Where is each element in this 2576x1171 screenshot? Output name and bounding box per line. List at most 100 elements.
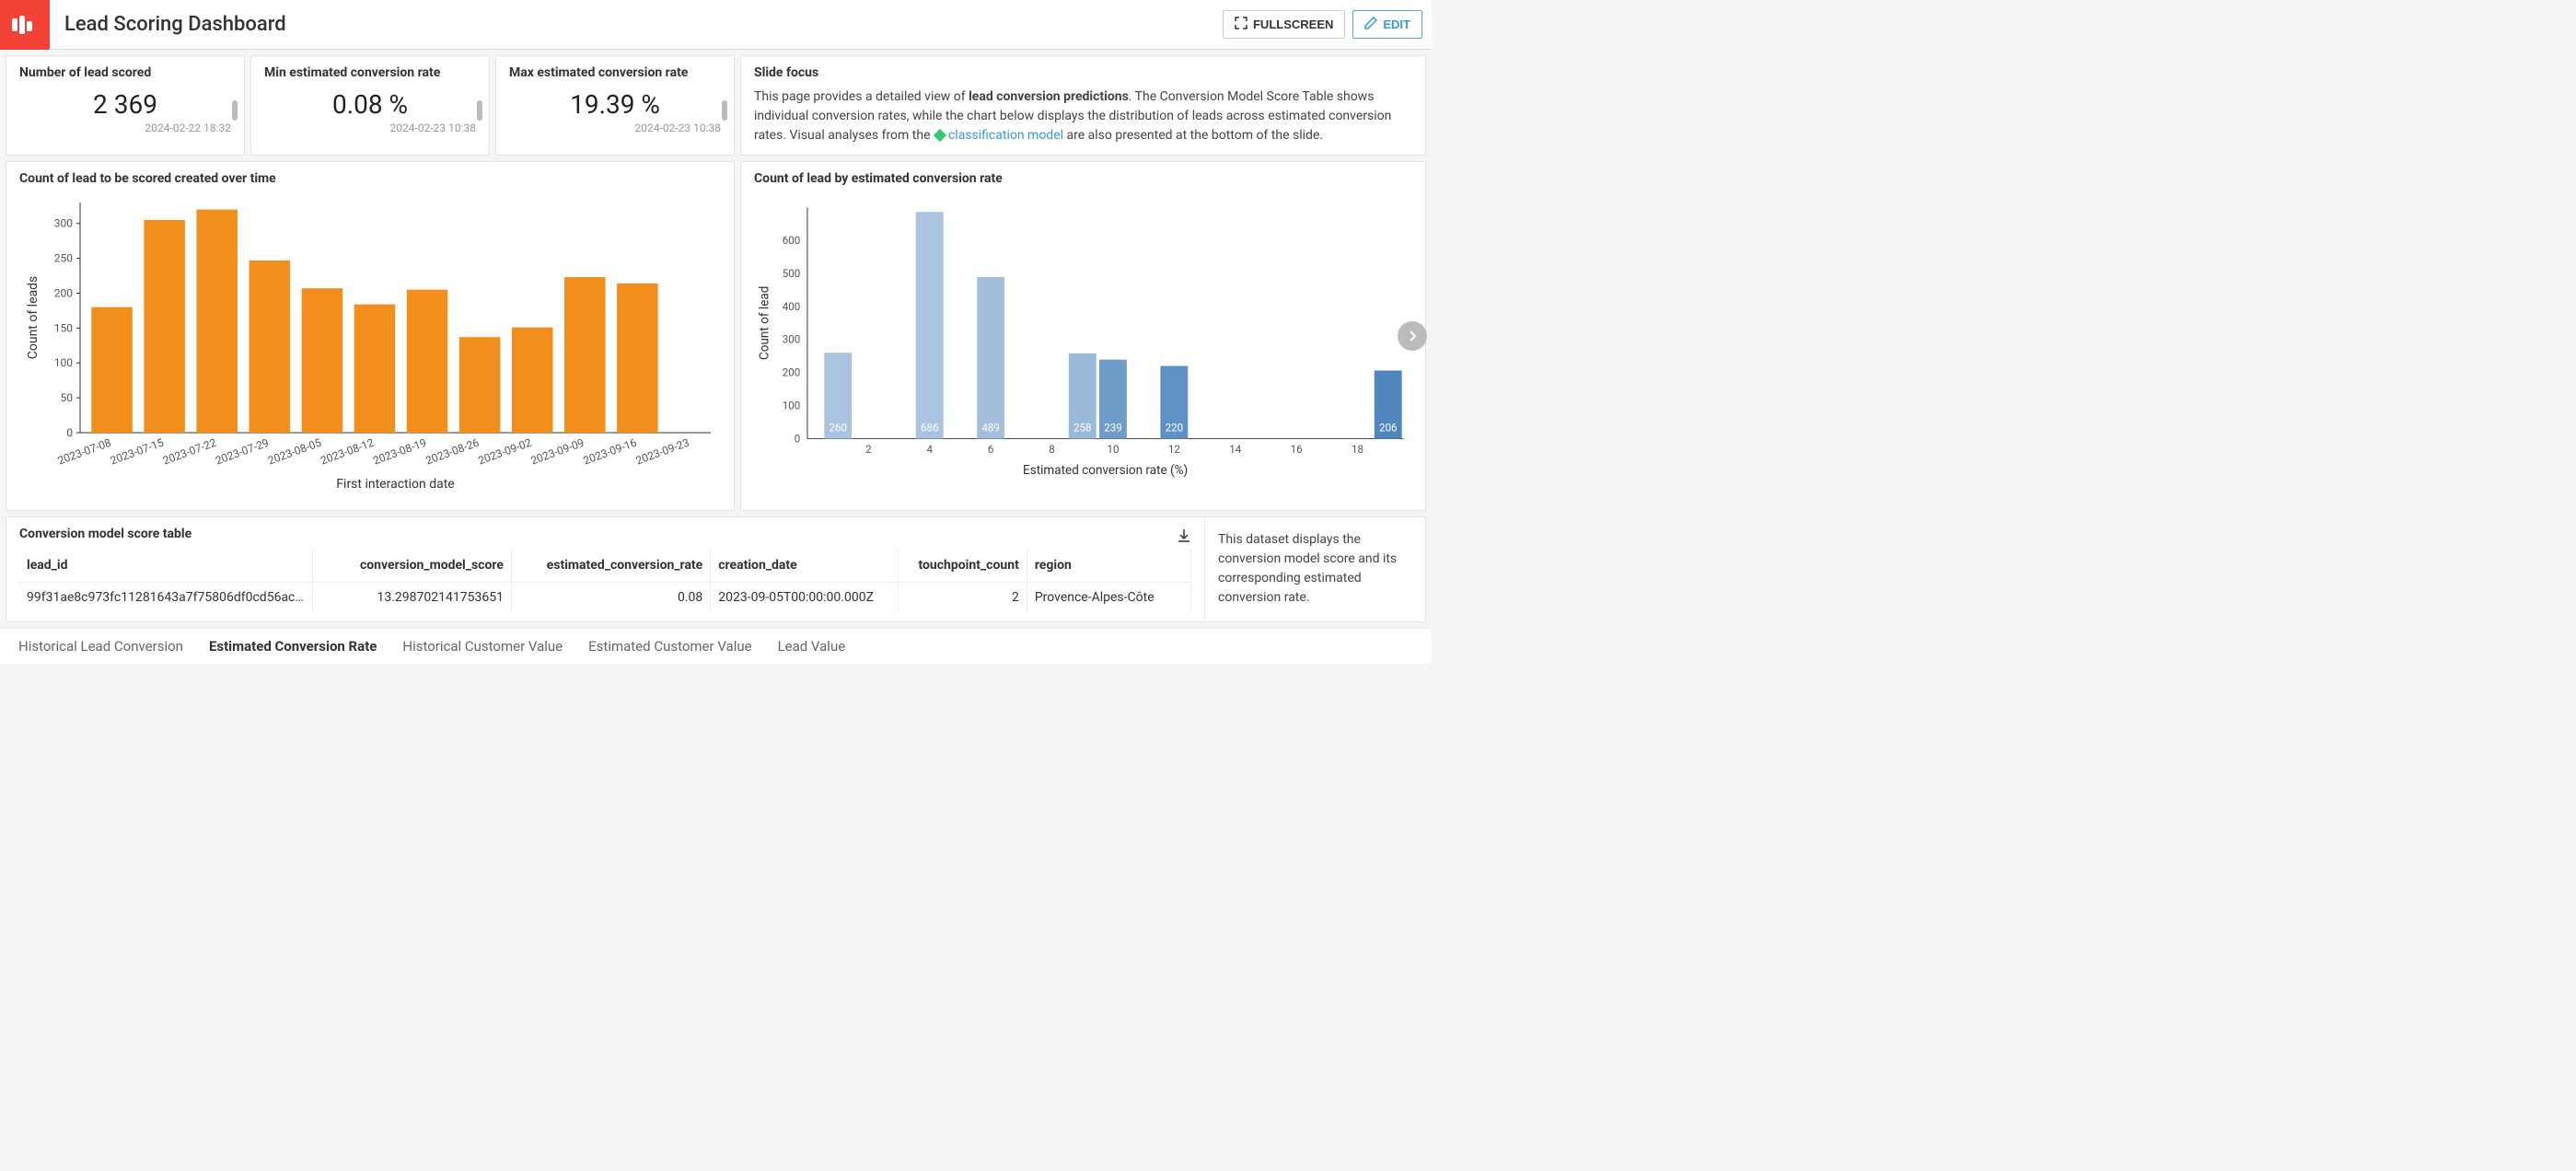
svg-text:150: 150 [54,321,73,334]
svg-text:2023-08-12: 2023-08-12 [319,436,376,468]
svg-text:686: 686 [921,422,939,435]
svg-text:239: 239 [1104,422,1122,435]
kpi-timestamp: 2024-02-23 10:38 [264,122,476,134]
svg-text:14: 14 [1229,443,1242,456]
cell-rate: 0.08 [511,583,710,613]
svg-text:2023-08-26: 2023-08-26 [424,436,481,468]
pencil-icon [1364,17,1377,32]
tab-historical-value[interactable]: Historical Customer Value [402,638,563,655]
svg-text:50: 50 [61,391,74,404]
chart-leads-over-time: Count of lead to be scored created over … [6,161,735,511]
kpi-value: 2 369 [19,89,231,120]
chart-title: Count of lead to be scored created over … [19,171,721,186]
svg-text:100: 100 [54,356,73,369]
svg-text:0: 0 [795,432,801,445]
page-title: Lead Scoring Dashboard [64,13,1223,36]
col-touchpoints[interactable]: touchpoint_count [898,549,1027,583]
svg-text:2023-09-16: 2023-09-16 [582,436,639,468]
svg-text:220: 220 [1166,422,1184,435]
svg-text:2023-07-15: 2023-07-15 [109,436,166,468]
kpi-title: Max estimated conversion rate [509,65,721,80]
svg-text:2023-09-02: 2023-09-02 [477,436,534,468]
fullscreen-icon [1235,17,1247,32]
col-region[interactable]: region [1027,549,1190,583]
table-title: Conversion model score table [19,527,1191,541]
svg-text:258: 258 [1073,422,1092,435]
edit-button[interactable]: EDIT [1352,10,1422,39]
col-score[interactable]: conversion_model_score [312,549,511,583]
tab-lead-value[interactable]: Lead Value [778,638,846,655]
svg-text:Estimated conversion rate (%): Estimated conversion rate (%) [1023,463,1188,478]
kpi-title: Min estimated conversion rate [264,65,476,80]
svg-text:2: 2 [865,443,872,456]
tab-estimated-rate[interactable]: Estimated Conversion Rate [209,638,377,655]
svg-text:10: 10 [1107,443,1119,456]
score-table: lead_id conversion_model_score estimated… [19,549,1191,612]
svg-text:2023-07-08: 2023-07-08 [56,436,113,468]
cell-lead-id: 99f31ae8c973fc11281643a7f75806df0cd56ac4… [19,583,312,613]
svg-text:2023-07-22: 2023-07-22 [161,436,218,468]
svg-text:100: 100 [783,399,801,412]
kpi-card-number-scored: Number of lead scored 2 369 2024-02-22 1… [6,55,245,156]
svg-text:16: 16 [1291,443,1303,456]
scroll-indicator[interactable] [722,100,727,121]
diamond-icon [934,129,946,142]
svg-text:2023-08-19: 2023-08-19 [371,436,428,468]
svg-text:6: 6 [988,443,994,456]
svg-text:200: 200 [783,366,801,379]
kpi-value: 19.39 % [509,89,721,120]
svg-text:Count of lead: Count of lead [757,286,772,360]
svg-text:2023-09-23: 2023-09-23 [634,436,691,468]
col-date[interactable]: creation_date [711,549,899,583]
svg-text:12: 12 [1168,443,1181,456]
chart-leads-by-rate: Count of lead by estimated conversion ra… [740,161,1426,511]
svg-text:0: 0 [66,426,73,439]
svg-text:2023-09-09: 2023-09-09 [529,436,586,468]
kpi-title: Number of lead scored [19,65,231,80]
slide-focus-card: Slide focus This page provides a detaile… [740,55,1426,156]
fullscreen-button[interactable]: FULLSCREEN [1223,10,1345,39]
svg-text:300: 300 [54,217,73,230]
col-lead-id[interactable]: lead_id [19,549,312,583]
svg-text:489: 489 [981,422,1000,435]
cell-score: 13.298702141753651 [312,583,511,613]
download-icon[interactable] [1177,528,1191,547]
svg-text:250: 250 [54,252,73,265]
svg-text:2023-08-05: 2023-08-05 [266,436,323,468]
conversion-table-card: Conversion model score table lead_id con… [6,516,1426,622]
dashboard-tabs: Historical Lead Conversion Estimated Con… [0,628,1432,664]
svg-text:Count of leads: Count of leads [26,276,41,360]
svg-text:18: 18 [1352,443,1363,456]
chart-title: Count of lead by estimated conversion ra… [754,171,1412,186]
svg-text:260: 260 [829,422,847,435]
kpi-timestamp: 2024-02-22 18:32 [19,122,231,134]
scroll-indicator[interactable] [477,100,482,121]
cell-date: 2023-09-05T00:00:00.000Z [711,583,899,613]
svg-text:206: 206 [1379,422,1398,435]
svg-text:500: 500 [783,267,801,280]
svg-text:8: 8 [1049,443,1055,456]
svg-text:300: 300 [783,333,801,346]
slide-focus-title: Slide focus [754,65,1412,80]
app-logo[interactable] [0,0,50,50]
svg-text:4: 4 [927,443,934,456]
svg-text:600: 600 [783,234,801,247]
col-rate[interactable]: estimated_conversion_rate [511,549,710,583]
svg-text:400: 400 [783,300,801,313]
svg-text:200: 200 [54,286,73,299]
kpi-card-max-rate: Max estimated conversion rate 19.39 % 20… [495,55,735,156]
chart-svg: 0 100 200 300 400 500 600 2 4 6 8 10 12 14 16 18 260 686 4… [754,193,1412,497]
scroll-indicator[interactable] [232,100,238,121]
tab-historical-lead[interactable]: Historical Lead Conversion [18,638,183,655]
next-slide-arrow[interactable] [1398,321,1427,351]
slide-focus-text: This page provides a detailed view of le… [754,87,1412,145]
header: Lead Scoring Dashboard FULLSCREEN EDIT [0,0,1432,50]
kpi-card-min-rate: Min estimated conversion rate 0.08 % 202… [250,55,490,156]
tab-estimated-value[interactable]: Estimated Customer Value [588,638,751,655]
svg-text:First interaction date: First interaction date [336,477,454,492]
table-row[interactable]: 99f31ae8c973fc11281643a7f75806df0cd56ac4… [19,583,1191,613]
chart-svg: 0501001502002503002023-07-082023-07-1520… [19,193,721,497]
kpi-timestamp: 2024-02-23 10:38 [509,122,721,134]
classification-model-link[interactable]: classification model [948,128,1063,143]
kpi-value: 0.08 % [264,89,476,120]
